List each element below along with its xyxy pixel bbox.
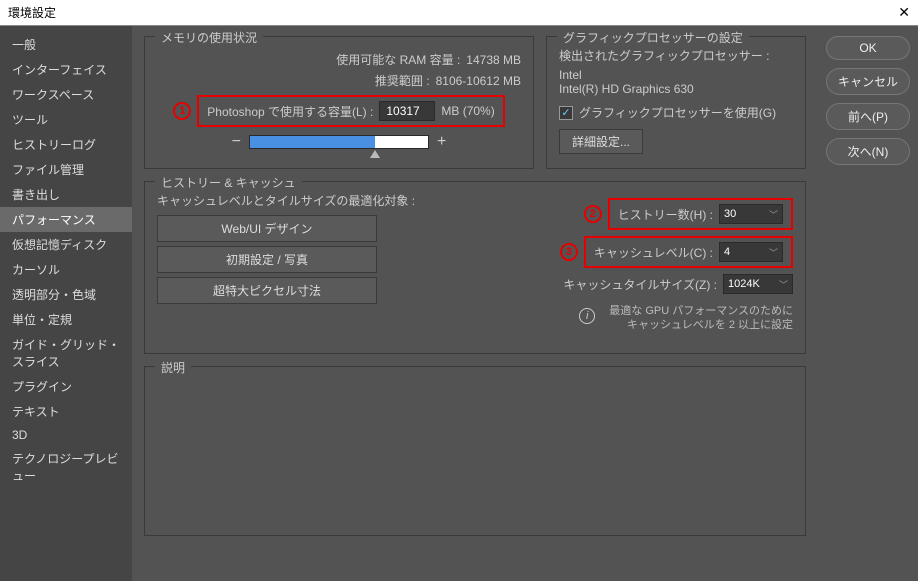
photoshop-use-label: Photoshop で使用する容量(L) : — [207, 103, 373, 120]
gpu-group: グラフィックプロセッサーの設定 検出されたグラフィックプロセッサー : Inte… — [546, 36, 806, 169]
sidebar: 一般インターフェイスワークスペースツールヒストリーログファイル管理書き出しパフォ… — [0, 26, 132, 581]
annotation-badge-1: 1 — [173, 102, 191, 120]
use-gpu-checkbox[interactable]: ✓ — [559, 106, 573, 120]
gpu-advanced-button[interactable]: 詳細設定... — [559, 129, 643, 154]
close-icon[interactable]: ✕ — [898, 4, 910, 21]
sidebar-item-12[interactable]: ガイド・グリッド・スライス — [0, 332, 132, 374]
sidebar-item-7[interactable]: パフォーマンス — [0, 207, 132, 232]
cache-level-dropdown[interactable]: 4﹀ — [719, 242, 783, 262]
cache-hint: 最適な GPU パフォーマンスのためにキャッシュレベルを 2 以上に設定 — [609, 304, 793, 333]
photoshop-use-input[interactable] — [379, 101, 435, 121]
window-title: 環境設定 — [8, 4, 56, 21]
sidebar-item-6[interactable]: 書き出し — [0, 182, 132, 207]
annotation-badge-3: 3 — [560, 243, 578, 261]
ideal-range-label: 推奨範囲 : — [375, 72, 430, 89]
sidebar-item-16[interactable]: テクノロジープレビュー — [0, 446, 132, 488]
prev-button[interactable]: 前へ(P) — [826, 103, 910, 130]
chevron-down-icon: ﹀ — [769, 208, 778, 221]
sidebar-item-4[interactable]: ヒストリーログ — [0, 132, 132, 157]
info-icon: i — [579, 308, 595, 324]
cache-level-highlight: キャッシュレベル(C) : 4﹀ — [584, 236, 793, 268]
sidebar-item-1[interactable]: インターフェイス — [0, 57, 132, 82]
memory-slider[interactable] — [249, 135, 429, 149]
cache-tile-dropdown[interactable]: 1024K﹀ — [723, 274, 793, 294]
annotation-badge-2: 2 — [584, 205, 602, 223]
ok-button[interactable]: OK — [826, 36, 910, 60]
memory-title: メモリの使用状況 — [155, 29, 263, 46]
available-ram-value: 14738 MB — [466, 53, 521, 67]
right-buttons: OK キャンセル 前へ(P) 次へ(N) — [818, 26, 918, 581]
gpu-vendor: Intel — [559, 68, 793, 82]
memory-group: メモリの使用状況 使用可能な RAM 容量 : 14738 MB 推奨範囲 : … — [144, 36, 534, 169]
cache-level-label: キャッシュレベル(C) : — [594, 244, 713, 261]
history-title: ヒストリー & キャッシュ — [155, 174, 302, 191]
optimize-default-photo-button[interactable]: 初期設定 / 写真 — [157, 246, 377, 273]
cache-optimize-label: キャッシュレベルとタイルサイズの最適化対象 : — [157, 192, 415, 209]
gpu-detected-label: 検出されたグラフィックプロセッサー : — [559, 47, 793, 64]
optimize-huge-pixel-button[interactable]: 超特大ピクセル寸法 — [157, 277, 377, 304]
history-states-highlight: ヒストリー数(H) : 30﹀ — [608, 198, 793, 230]
gpu-title: グラフィックプロセッサーの設定 — [557, 29, 749, 46]
sidebar-item-13[interactable]: プラグイン — [0, 374, 132, 399]
photoshop-use-unit: MB (70%) — [441, 104, 494, 118]
sidebar-item-9[interactable]: カーソル — [0, 257, 132, 282]
memory-use-highlight: Photoshop で使用する容量(L) : MB (70%) — [197, 95, 504, 127]
sidebar-item-0[interactable]: 一般 — [0, 32, 132, 57]
slider-thumb-icon[interactable] — [370, 150, 380, 158]
description-title: 説明 — [155, 359, 191, 376]
chevron-down-icon: ﹀ — [779, 278, 788, 291]
history-states-label: ヒストリー数(H) : — [618, 206, 713, 223]
ideal-range-value: 8106-10612 MB — [436, 74, 521, 88]
available-ram-label: 使用可能な RAM 容量 : — [336, 51, 460, 68]
sidebar-item-10[interactable]: 透明部分・色域 — [0, 282, 132, 307]
memory-increase-icon[interactable]: + — [437, 133, 446, 151]
sidebar-item-5[interactable]: ファイル管理 — [0, 157, 132, 182]
description-group: 説明 — [144, 366, 806, 536]
sidebar-item-8[interactable]: 仮想記憶ディスク — [0, 232, 132, 257]
sidebar-item-14[interactable]: テキスト — [0, 399, 132, 424]
history-states-dropdown[interactable]: 30﹀ — [719, 204, 783, 224]
memory-decrease-icon[interactable]: − — [232, 133, 241, 151]
cache-tile-label: キャッシュタイルサイズ(Z) : — [563, 276, 717, 293]
sidebar-item-3[interactable]: ツール — [0, 107, 132, 132]
cancel-button[interactable]: キャンセル — [826, 68, 910, 95]
sidebar-item-11[interactable]: 単位・定規 — [0, 307, 132, 332]
chevron-down-icon: ﹀ — [769, 246, 778, 259]
optimize-web-ui-button[interactable]: Web/UI デザイン — [157, 215, 377, 242]
use-gpu-label: グラフィックプロセッサーを使用(G) — [579, 104, 776, 121]
gpu-device: Intel(R) HD Graphics 630 — [559, 82, 793, 96]
history-cache-group: ヒストリー & キャッシュ キャッシュレベルとタイルサイズの最適化対象 : We… — [144, 181, 806, 354]
sidebar-item-2[interactable]: ワークスペース — [0, 82, 132, 107]
sidebar-item-15[interactable]: 3D — [0, 424, 132, 446]
next-button[interactable]: 次へ(N) — [826, 138, 910, 165]
